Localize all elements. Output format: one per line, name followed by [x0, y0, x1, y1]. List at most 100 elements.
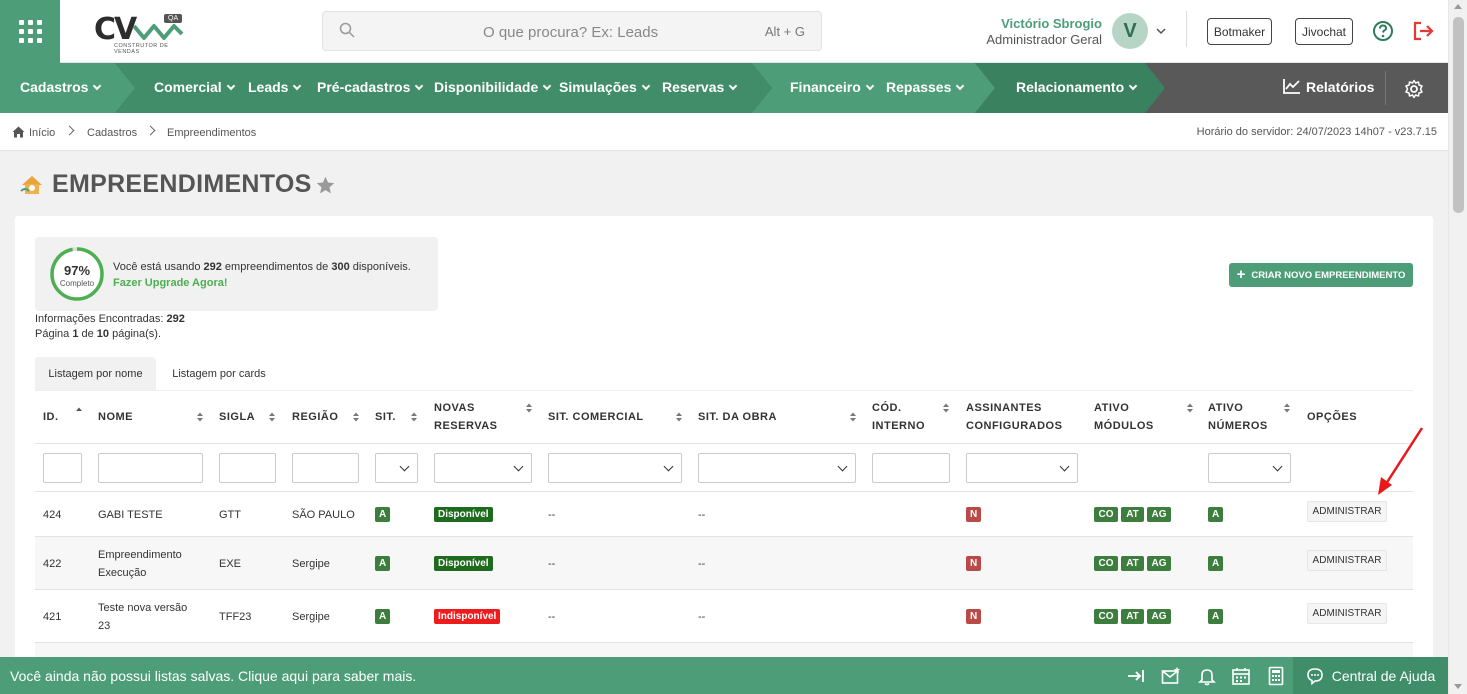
breadcrumb-inicio[interactable]: Início	[29, 127, 55, 139]
calculator-icon[interactable]	[1266, 666, 1286, 686]
col-assinantes[interactable]: ASSINANTES CONFIGURADOS	[966, 399, 1062, 435]
scroll-down-icon[interactable]	[1454, 684, 1462, 689]
col-sit-obra[interactable]: SIT. DA OBRA	[698, 408, 777, 426]
numbers-badge: A	[1208, 609, 1224, 624]
col-cod-interno[interactable]: CÓD. INTERNO	[872, 399, 925, 435]
chevron-down-icon	[293, 81, 302, 91]
breadcrumb-cadastros[interactable]: Cadastros	[87, 127, 137, 139]
sort-icon[interactable]	[1186, 402, 1194, 414]
col-sigla[interactable]: SIGLA	[219, 408, 255, 426]
filter-sigla-input[interactable]	[219, 453, 276, 483]
scroll-thumb[interactable]	[1453, 17, 1464, 213]
sort-icon[interactable]	[675, 411, 683, 423]
filter-regiao-input[interactable]	[292, 453, 359, 483]
chevron-down-icon	[865, 81, 875, 91]
apps-menu-button[interactable]	[0, 0, 60, 63]
filter-sit-comercial-select[interactable]	[548, 453, 682, 483]
logo-wave-icon	[132, 24, 184, 40]
help-center-button[interactable]: Central de Ajuda	[1293, 657, 1448, 694]
availability-badge: Disponível	[434, 556, 493, 571]
jivochat-button[interactable]: Jivochat	[1295, 18, 1353, 45]
cell-regiao: Sergipe	[292, 611, 330, 623]
sort-icon[interactable]	[268, 411, 276, 423]
filter-novas-reservas-select[interactable]	[434, 453, 532, 483]
user-name[interactable]: Victório Sbrogio	[1001, 16, 1102, 31]
col-nome[interactable]: NOME	[98, 408, 133, 426]
bell-icon[interactable]	[1197, 666, 1217, 686]
arrow-to-right-icon[interactable]	[1126, 666, 1146, 686]
filter-cod-interno-input[interactable]	[872, 453, 950, 483]
chevron-down-icon	[956, 81, 965, 91]
help-icon[interactable]	[1372, 20, 1394, 42]
upgrade-link[interactable]: Fazer Upgrade Agora!	[113, 277, 228, 289]
filter-sit-obra-select[interactable]	[698, 453, 856, 483]
nav-reservas[interactable]: Reservas	[662, 79, 738, 95]
logout-icon[interactable]	[1411, 20, 1435, 42]
home-icon[interactable]	[12, 126, 25, 138]
nav-financeiro[interactable]: Financeiro	[790, 79, 875, 95]
signers-badge: N	[966, 609, 982, 624]
tab-listagem-cards[interactable]: Listagem por cards	[158, 357, 280, 391]
filter-id-input[interactable]	[43, 453, 82, 483]
col-sit-comercial[interactable]: SIT. COMERCIAL	[548, 408, 644, 426]
sort-icon[interactable]	[1283, 402, 1291, 414]
cell-nome: GABI TESTE	[98, 509, 163, 521]
scroll-up-icon[interactable]	[1454, 4, 1462, 9]
avatar[interactable]: V	[1112, 13, 1148, 49]
calendar-icon[interactable]	[1231, 666, 1251, 686]
cell-sit-obra: --	[698, 611, 706, 623]
nav-divider	[1385, 71, 1386, 105]
nav-leads[interactable]: Leads	[248, 79, 302, 95]
col-ativo-modulos[interactable]: ATIVO MÓDULOS	[1094, 399, 1154, 435]
usage-text: Você está usando 292 empreendimentos de …	[113, 261, 411, 273]
nav-disponibilidade[interactable]: Disponibilidade	[434, 79, 552, 95]
page-info: Página 1 de 10 página(s).	[35, 328, 162, 340]
administrar-button[interactable]: ADMINISTRAR	[1307, 603, 1387, 624]
cell-sit-obra: --	[698, 509, 706, 521]
sort-icon[interactable]	[352, 411, 360, 423]
nav-repasses[interactable]: Repasses	[886, 79, 965, 95]
botmaker-button[interactable]: Botmaker	[1207, 18, 1272, 45]
filter-ativo-numeros-select[interactable]	[1208, 453, 1291, 483]
app-logo[interactable]: CV QA CONSTRUTOR DE VENDAS	[94, 12, 186, 55]
sort-icon[interactable]	[196, 411, 204, 423]
sort-icon[interactable]	[410, 411, 418, 423]
nav-cadastros[interactable]: Cadastros	[20, 79, 102, 95]
create-empreendimento-button[interactable]: + CRIAR NOVO EMPREENDIMENTO	[1229, 263, 1413, 287]
chevron-down-icon	[641, 81, 651, 91]
page-scrollbar[interactable]	[1448, 0, 1467, 694]
col-novas-reservas[interactable]: NOVAS RESERVAS	[434, 399, 498, 435]
filter-assinantes-select[interactable]	[966, 453, 1078, 483]
star-icon[interactable]	[315, 175, 336, 196]
nav-simulacoes[interactable]: Simulações	[559, 79, 651, 95]
chevron-down-icon[interactable]	[1155, 25, 1167, 37]
cell-sigla: EXE	[219, 558, 242, 570]
sort-icon[interactable]	[525, 402, 533, 414]
col-sit[interactable]: SIT.	[375, 408, 396, 426]
col-ativo-numeros[interactable]: ATIVO NÚMEROS	[1208, 399, 1268, 435]
table-row	[35, 643, 1413, 657]
tab-listagem-nome[interactable]: Listagem por nome	[35, 357, 156, 391]
nav-pre-cadastros[interactable]: Pré-cadastros	[317, 79, 424, 95]
sort-icon[interactable]	[849, 411, 857, 423]
numbers-badge: A	[1208, 556, 1224, 571]
administrar-button[interactable]: ADMINISTRAR	[1307, 550, 1387, 571]
mail-star-icon[interactable]	[1161, 666, 1181, 686]
nav-relacionamento[interactable]: Relacionamento	[1016, 79, 1138, 95]
filter-nome-input[interactable]	[98, 453, 203, 483]
filter-sit-select[interactable]	[375, 453, 418, 483]
sort-asc-icon[interactable]	[75, 406, 83, 418]
administrar-button[interactable]: ADMINISTRAR	[1307, 501, 1387, 522]
availability-badge: Indisponível	[434, 609, 501, 624]
status-badge: A	[375, 609, 391, 624]
saved-lists-message[interactable]: Você ainda não possui listas salvas. Cli…	[10, 668, 416, 684]
nav-comercial[interactable]: Comercial	[154, 79, 235, 95]
user-role: Administrador Geral	[986, 32, 1102, 47]
col-id[interactable]: ID.	[43, 408, 59, 426]
gear-icon[interactable]	[1404, 79, 1424, 99]
sort-icon[interactable]	[942, 402, 950, 414]
nav-relatorios[interactable]: Relatórios	[1283, 78, 1374, 95]
global-search[interactable]: O que procura? Ex: Leads Alt + G	[322, 11, 822, 51]
breadcrumb: Início Cadastros Empreendimentos Horário…	[0, 113, 1448, 151]
col-regiao[interactable]: REGIÃO	[292, 408, 338, 426]
